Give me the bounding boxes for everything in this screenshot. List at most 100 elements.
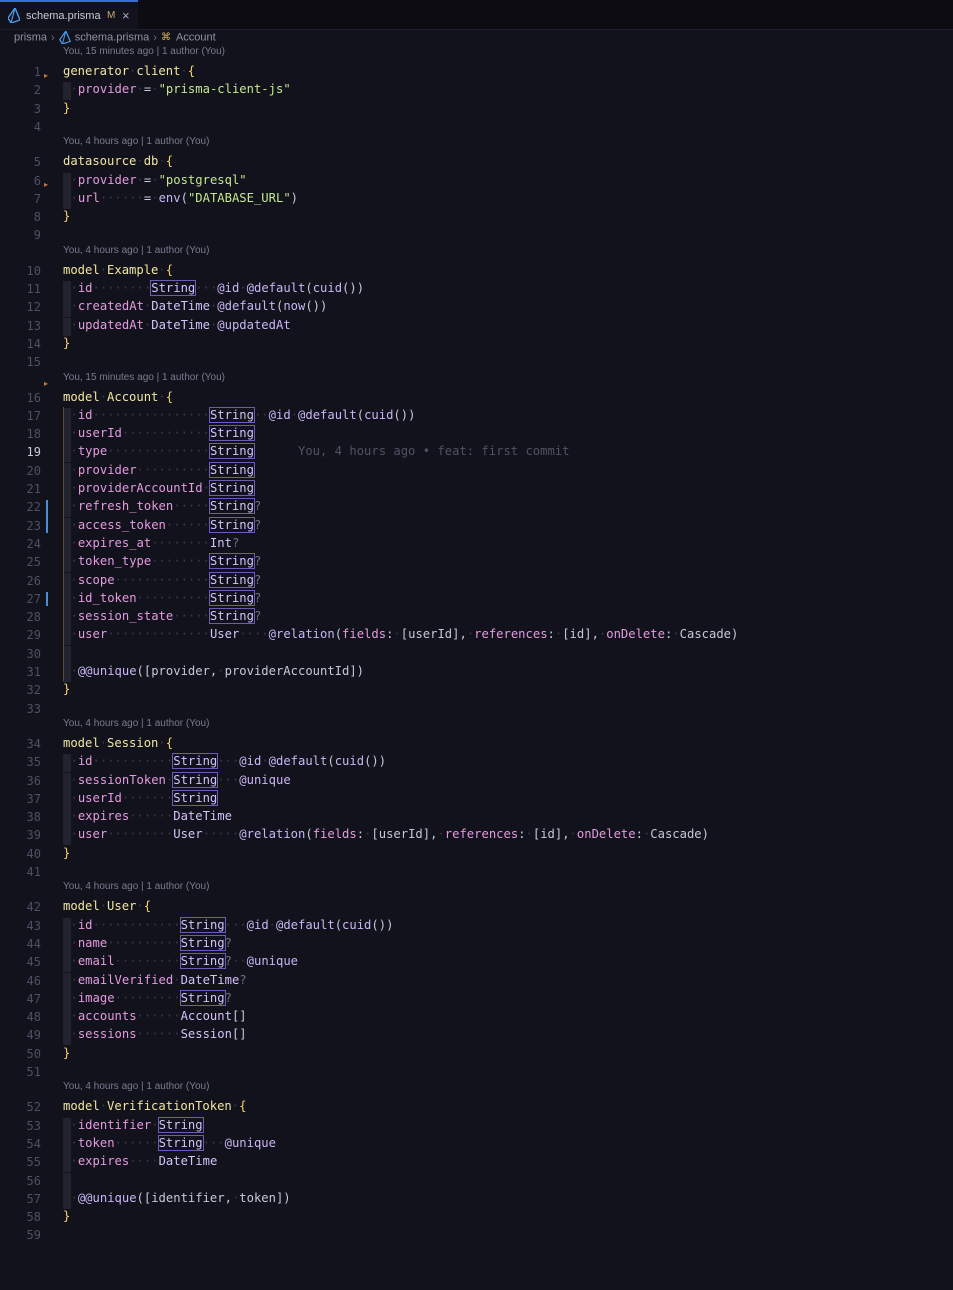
codelens-blame[interactable]: You, 4 hours ago | 1 author (You)	[0, 718, 953, 735]
code-line[interactable]: 12 ·createdAt·DateTime·@default(now())	[0, 298, 953, 318]
code-line[interactable]: 42 model·User·{	[0, 898, 953, 916]
code-line[interactable]: 7 ·url······=·env("DATABASE_URL")	[0, 190, 953, 209]
code-line[interactable]: 43 ·id············String···@id·@default(c…	[0, 916, 953, 936]
code-line[interactable]: 46 ·emailVerified·DateTime?	[0, 972, 953, 991]
codelens-blame[interactable]: You, 4 hours ago | 1 author (You)	[0, 245, 953, 262]
line-number: 57	[26, 1191, 41, 1206]
code-line[interactable]: 27 ·id_token··········String?	[0, 589, 953, 609]
code-line[interactable]: 45 ·email·········String?··@unique	[0, 953, 953, 973]
codelens-blame[interactable]: You, 15 minutes ago | 1 author (You)	[0, 46, 953, 63]
code-line[interactable]: 29 ·user··············User····@relation(f…	[0, 626, 953, 646]
code-line[interactable]: 44 ·name··········String?	[0, 934, 953, 954]
codelens-text[interactable]: You, 4 hours ago | 1 author (You)	[63, 718, 209, 729]
code-line[interactable]: 18 ·userId············String	[0, 425, 953, 445]
codelens-text[interactable]: You, 4 hours ago | 1 author (You)	[63, 881, 209, 892]
code-line[interactable]: 38 ·expires······DateTime	[0, 808, 953, 828]
code-line[interactable]: 56	[0, 1172, 953, 1191]
code-line[interactable]: 48 ·accounts······Account[]	[0, 1008, 953, 1028]
tab-schema-prisma[interactable]: schema.prisma M ×	[0, 0, 138, 29]
code-line[interactable]: 9	[0, 226, 953, 244]
code-line[interactable]: 59	[0, 1226, 953, 1244]
code-line[interactable]: 4	[0, 118, 953, 136]
code-line[interactable]: 49 ·sessions······Session[]	[0, 1026, 953, 1046]
code-line[interactable]: 33	[0, 700, 953, 718]
code-line[interactable]: 26 ·scope·············String?	[0, 571, 953, 591]
code-line[interactable]: 40}	[0, 845, 953, 863]
code-text: model·Example·{	[63, 262, 174, 277]
code-line[interactable]: 53 ·identifier·String	[0, 1116, 953, 1136]
line-number: 17	[26, 408, 41, 423]
code-line[interactable]: 36 ·sessionToken·String···@unique	[0, 771, 953, 791]
code-line[interactable]: 41	[0, 863, 953, 881]
codelens-text[interactable]: You, 4 hours ago | 1 author (You)	[63, 136, 209, 147]
code-line[interactable]: 14}	[0, 335, 953, 353]
code-line[interactable]: 3}	[0, 100, 953, 118]
line-number: 42	[26, 900, 41, 915]
codelens-text[interactable]: You, 15 minutes ago | 1 author (You)	[63, 372, 225, 383]
code-line[interactable]: 5 datasource·db·{	[0, 153, 953, 171]
codelens-text[interactable]: You, 4 hours ago | 1 author (You)	[63, 1081, 209, 1092]
code-line[interactable]: 57 ·@@unique([identifier,·token])	[0, 1190, 953, 1209]
code-line[interactable]: 8}	[0, 208, 953, 226]
code-line[interactable]: 19 ·type··············String You, 4 hours…	[0, 443, 953, 463]
codelens-blame[interactable]: You, 4 hours ago | 1 author (You)	[0, 136, 953, 153]
code-line[interactable]: 47 ·image·········String?	[0, 989, 953, 1009]
tab-modified-badge: M	[107, 10, 116, 21]
breadcrumb-symbol[interactable]: Account	[176, 32, 216, 44]
code-line[interactable]: 32}	[0, 681, 953, 699]
close-icon[interactable]: ×	[122, 8, 130, 23]
line-number: 15	[26, 355, 41, 370]
code-line[interactable]: 54 ·token······String···@unique	[0, 1134, 953, 1154]
code-line[interactable]: 55 ·expires····DateTime	[0, 1153, 953, 1173]
line-number: 48	[26, 1010, 41, 1025]
code-line[interactable]: 22 ·refresh_token·····String?	[0, 498, 953, 518]
code-line[interactable]: 35 ·id···········String···@id·@default(cu…	[0, 753, 953, 773]
code-line[interactable]: 52 model·VerificationToken·{	[0, 1098, 953, 1116]
code-line[interactable]: 15	[0, 353, 953, 371]
code-line[interactable]: 34 model·Session·{	[0, 735, 953, 753]
code-text: model·VerificationToken·{	[63, 1099, 247, 1114]
code-editor[interactable]: You, 15 minutes ago | 1 author (You) 1 gen…	[0, 46, 953, 1290]
code-line[interactable]: 28 ·session_state·····String?	[0, 608, 953, 628]
code-line[interactable]: 39 ·user·········User·····@relation(field…	[0, 826, 953, 846]
code-line[interactable]: 30	[0, 645, 953, 664]
code-line[interactable]: 2 ·provider·=·"prisma-client-js"	[0, 81, 953, 101]
code-line[interactable]: 13 ·updatedAt·DateTime·@updatedAt	[0, 317, 953, 336]
code-line[interactable]: 23 ·access_token······String?	[0, 516, 953, 536]
code-line[interactable]: 58}	[0, 1208, 953, 1226]
code-line[interactable]: 17 ·id················String··@id·@defaul…	[0, 406, 953, 426]
codelens-blame[interactable]: You, 4 hours ago | 1 author (You)	[0, 1081, 953, 1098]
codelens-text[interactable]: You, 15 minutes ago | 1 author (You)	[63, 46, 225, 57]
code-line[interactable]: 25 ·token_type········String?	[0, 553, 953, 573]
code-line[interactable]: 10 model·Example·{	[0, 262, 953, 280]
code-text: ·image·········String?	[63, 989, 232, 1009]
line-number: 9	[33, 228, 41, 243]
fold-arrow-icon[interactable]: ▸	[44, 379, 48, 388]
line-number: 5	[33, 155, 41, 170]
code-text: ·accounts······Account[]	[63, 1009, 247, 1028]
code-line[interactable]: 24 ·expires_at········Int?	[0, 535, 953, 554]
code-line[interactable]: 11 ·id········String···@id·@default(cuid(…	[0, 280, 953, 299]
modified-gutter-marker[interactable]	[46, 591, 48, 607]
codelens-text[interactable]: You, 4 hours ago | 1 author (You)	[63, 245, 209, 256]
code-line[interactable]: 50}	[0, 1045, 953, 1063]
code-line[interactable]: 20 ·provider··········String	[0, 461, 953, 481]
code-line[interactable]: 37 ·userId·······String	[0, 789, 953, 809]
code-line[interactable]: 21 ·providerAccountId·String	[0, 480, 953, 499]
code-line[interactable]: 16 model·Account·{	[0, 389, 953, 407]
code-line[interactable]: 31 ·@@unique([provider,·providerAccountId…	[0, 663, 953, 682]
code-text: model·Account·{	[63, 389, 174, 404]
codelens-blame[interactable]: You, 15 minutes ago | 1 author (You)	[0, 372, 953, 389]
code-line[interactable]: 1 generator·client·{	[0, 63, 953, 81]
breadcrumb-folder[interactable]: prisma	[14, 32, 47, 44]
breadcrumb-file[interactable]: schema.prisma	[75, 32, 150, 44]
fold-arrow-icon[interactable]: ▸	[44, 180, 48, 189]
fold-arrow-icon[interactable]: ▸	[44, 71, 48, 80]
code-text: ·createdAt·DateTime·@default(now())	[63, 299, 327, 318]
modified-gutter-marker[interactable]	[46, 500, 48, 533]
line-number: 26	[26, 573, 41, 588]
codelens-blame[interactable]: You, 4 hours ago | 1 author (You)	[0, 881, 953, 898]
code-line[interactable]: 51	[0, 1063, 953, 1081]
code-line[interactable]: 6 ·provider·=·"postgresql"	[0, 172, 953, 191]
model-symbol-icon: ⌘	[160, 31, 171, 43]
